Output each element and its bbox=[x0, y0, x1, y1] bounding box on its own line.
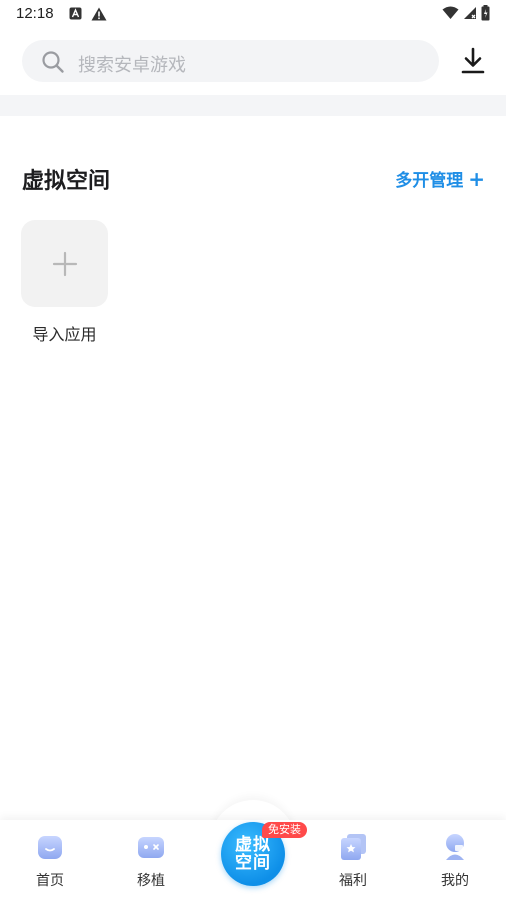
nav-label-home: 首页 bbox=[36, 873, 64, 889]
multi-open-manage-button[interactable]: 多开管理 + bbox=[395, 166, 485, 192]
divider-band bbox=[0, 95, 506, 116]
center-button-line1: 虚拟 bbox=[235, 835, 271, 855]
signal-icon bbox=[464, 7, 476, 19]
center-button-line2: 空间 bbox=[235, 853, 271, 873]
nav-item-home[interactable]: 首页 bbox=[15, 832, 85, 892]
warning-icon bbox=[91, 7, 107, 21]
gamepad-icon bbox=[138, 837, 164, 858]
manage-plus: + bbox=[468, 166, 485, 191]
nav-item-welfare[interactable]: 福利 bbox=[318, 832, 388, 892]
section-title: 虚拟空间 bbox=[22, 169, 111, 194]
search-input[interactable]: 搜索安卓游戏 bbox=[22, 40, 439, 82]
search-placeholder: 搜索安卓游戏 bbox=[78, 55, 186, 76]
nav-label-port: 移植 bbox=[137, 873, 165, 889]
nav-label-welfare: 福利 bbox=[339, 873, 367, 889]
status-notification-icons bbox=[69, 7, 107, 21]
home-icon bbox=[38, 836, 62, 859]
nav-item-port[interactable]: 移植 bbox=[116, 832, 186, 892]
import-app-button[interactable] bbox=[21, 220, 108, 307]
nav-label-mine: 我的 bbox=[441, 873, 469, 889]
profile-icon bbox=[446, 834, 464, 860]
wifi-icon bbox=[442, 6, 459, 19]
nav-item-mine[interactable]: 我的 bbox=[420, 832, 490, 892]
install-free-badge: 免安装 bbox=[262, 822, 307, 838]
manage-label: 多开管理 bbox=[395, 171, 464, 191]
gift-card-icon bbox=[341, 834, 366, 860]
status-time: 12:18 bbox=[16, 5, 54, 22]
notification-a-icon bbox=[69, 7, 82, 20]
plus-icon bbox=[52, 251, 77, 276]
download-icon[interactable] bbox=[458, 46, 488, 76]
battery-icon bbox=[481, 5, 490, 21]
search-icon bbox=[42, 51, 64, 73]
status-bar: 12:18 bbox=[0, 0, 506, 28]
status-system-icons bbox=[442, 5, 490, 21]
import-app-label: 导入应用 bbox=[32, 325, 97, 344]
